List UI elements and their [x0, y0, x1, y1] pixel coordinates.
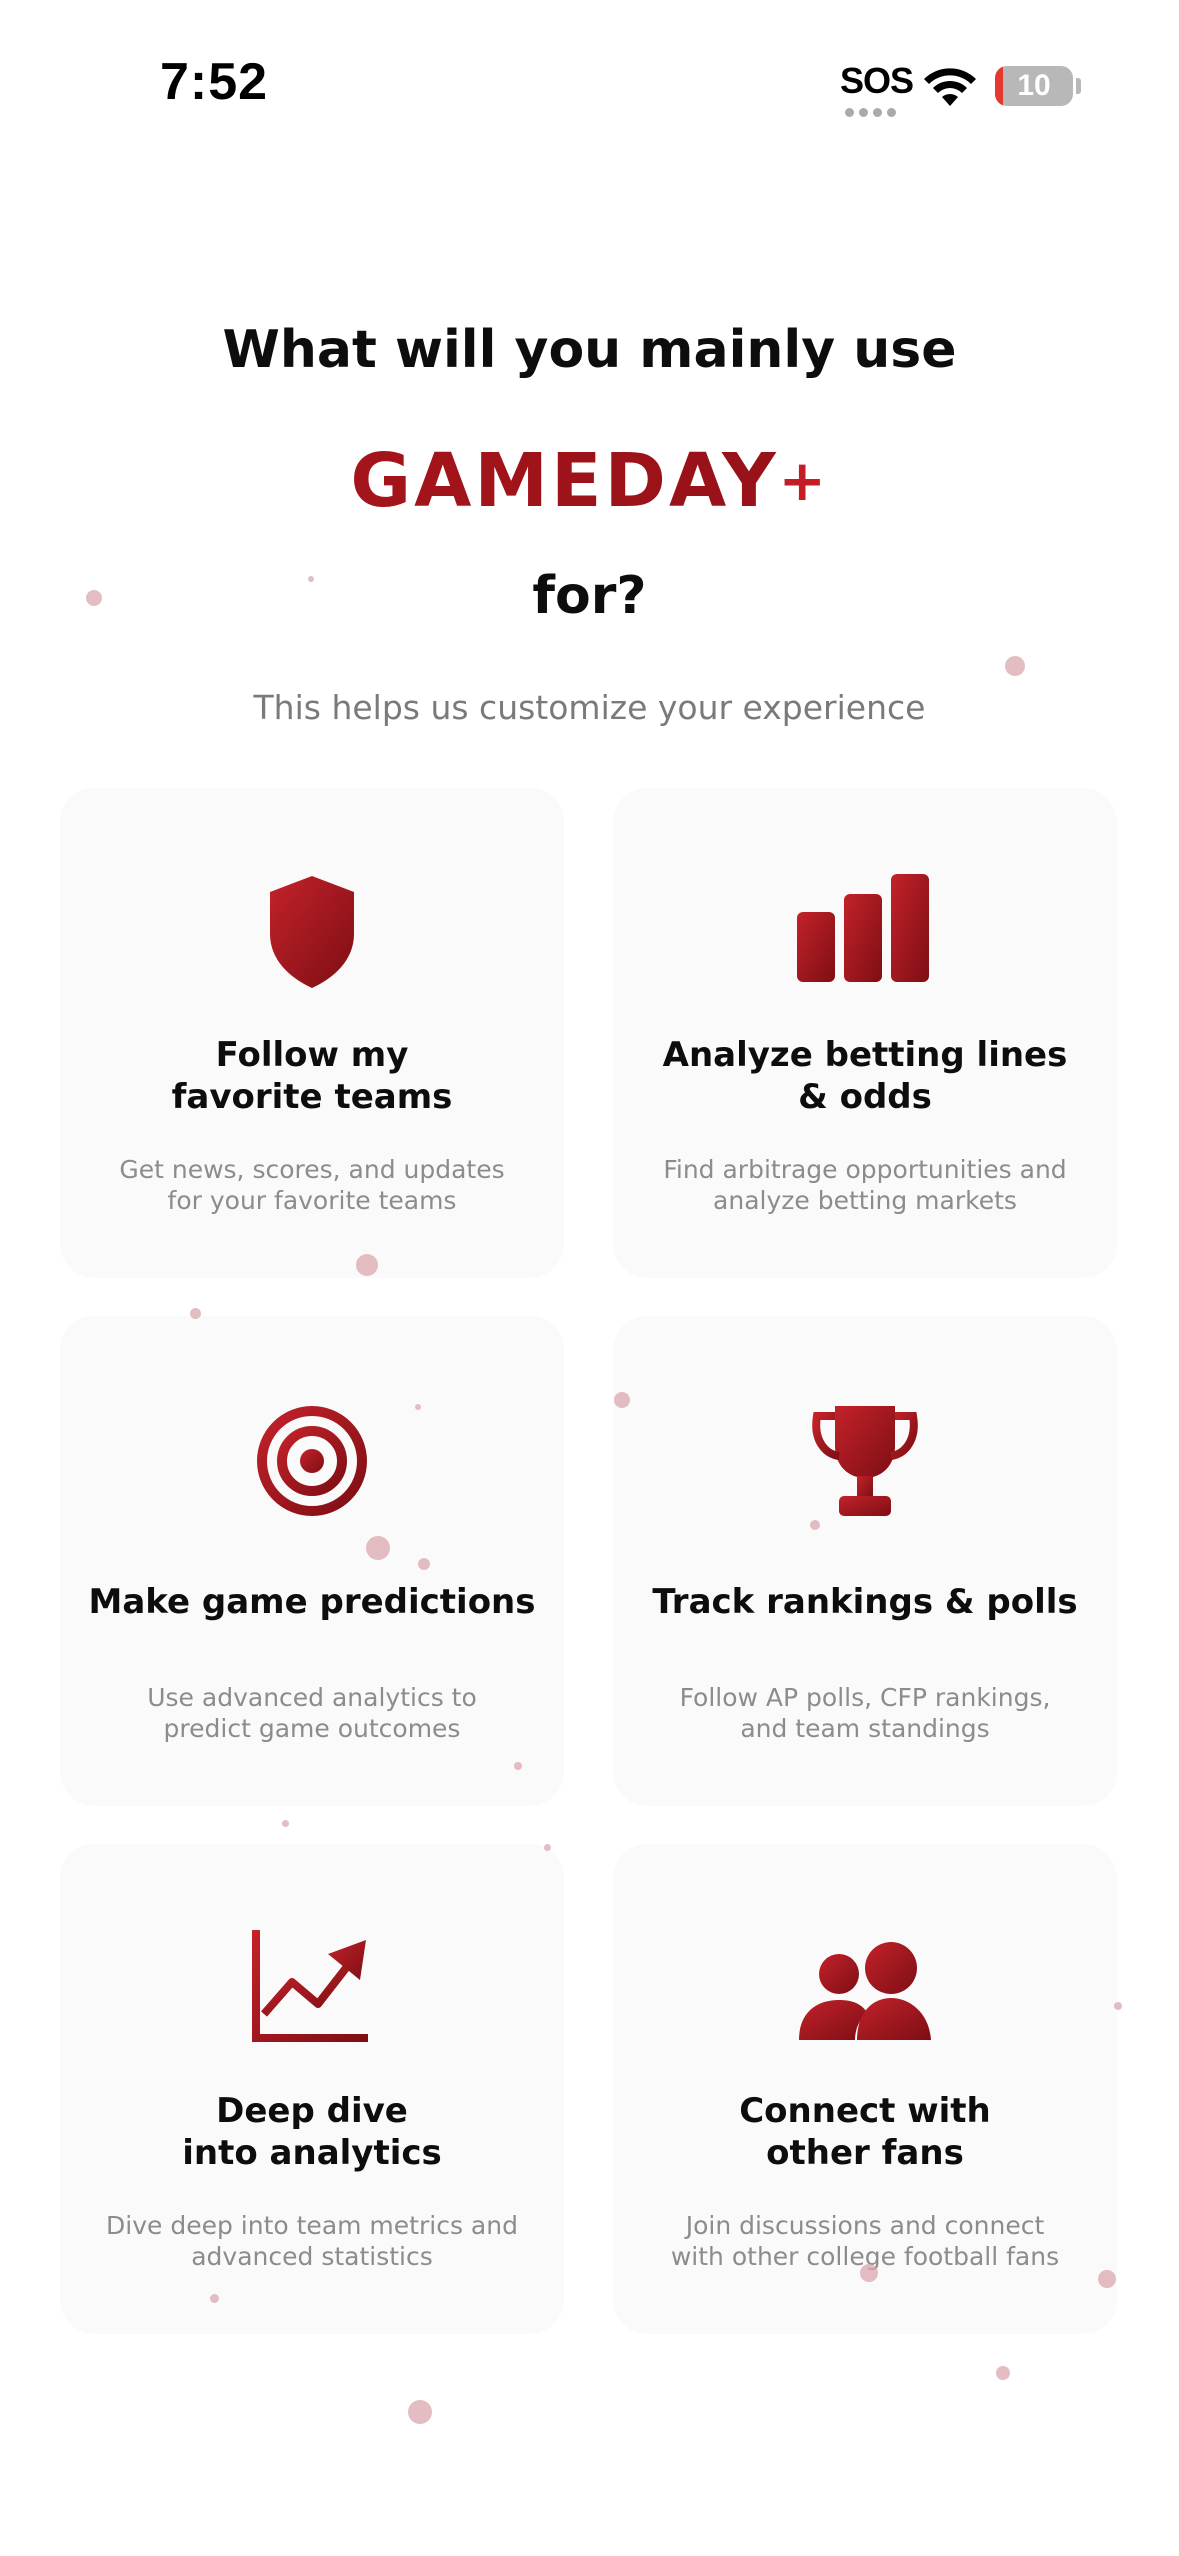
battery-tip [1076, 78, 1081, 94]
brand-plus: + [778, 449, 829, 514]
particle [1005, 656, 1025, 676]
page-title-line1: What will you mainly use [222, 320, 957, 380]
option-title: Make game predictions [88, 1582, 536, 1622]
sos-indicator: SOS [840, 60, 914, 101]
particle [810, 1520, 820, 1530]
particle [282, 1820, 289, 1827]
users-icon [799, 1942, 931, 2040]
option-rankings-polls[interactable]: Track rankings & polls Follow AP polls, … [613, 1316, 1117, 1806]
particle [415, 1404, 421, 1410]
signal-dots [845, 102, 905, 117]
page-title-line2: for? [532, 566, 647, 626]
option-analytics[interactable]: Deep dive into analytics Dive deep into t… [60, 1844, 564, 2334]
shield-icon [270, 876, 354, 988]
particle [860, 2264, 878, 2282]
option-betting-lines[interactable]: Analyze betting lines & odds Find arbitra… [613, 788, 1117, 1278]
option-description: Join discussions and connect with other c… [670, 2211, 1060, 2271]
particle [514, 1762, 522, 1770]
particle [996, 2366, 1010, 2380]
particle [190, 1308, 201, 1319]
page-subtitle: This helps us customize your experience [253, 688, 926, 727]
option-title: Deep dive into analytics [182, 2091, 442, 2173]
option-connect-fans[interactable]: Connect with other fans Join discussions … [613, 1844, 1117, 2334]
option-follow-teams[interactable]: Follow my favorite teams Get news, scores… [60, 788, 564, 1278]
particle [614, 1392, 630, 1408]
particle [408, 2400, 432, 2424]
particle [210, 2294, 219, 2303]
brand-name: GAMEDAY [350, 438, 779, 524]
trending-up-icon [252, 1930, 368, 2042]
bar-chart-icon [797, 874, 929, 982]
option-game-predictions[interactable]: Make game predictions Use advanced analy… [60, 1316, 564, 1806]
option-title: Track rankings & polls [652, 1582, 1078, 1622]
option-description: Get news, scores, and updates for your fa… [119, 1155, 505, 1215]
battery-icon: 10 [995, 66, 1073, 106]
particle [86, 590, 102, 606]
particle [418, 1558, 430, 1570]
option-description: Dive deep into team metrics and advanced … [106, 2211, 518, 2271]
wifi-icon [924, 68, 976, 106]
target-icon [257, 1406, 367, 1516]
brand-logo: GAMEDAY+ [0, 438, 1179, 524]
particle [308, 576, 314, 582]
particle [356, 1254, 378, 1276]
particle [544, 1844, 551, 1851]
option-description: Use advanced analytics to predict game ou… [147, 1683, 477, 1743]
option-title: Connect with other fans [739, 2091, 991, 2173]
status-bar: 7:52 SOS 10 [0, 0, 1179, 170]
particle [366, 1536, 390, 1560]
option-title: Analyze betting lines & odds [662, 1035, 1068, 1117]
option-description: Follow AP polls, CFP rankings, and team s… [679, 1683, 1051, 1743]
particle [1098, 2270, 1116, 2288]
status-time: 7:52 [160, 53, 269, 111]
battery-level: 10 [1017, 69, 1051, 102]
particle [1114, 2002, 1122, 2010]
trophy-icon [812, 1406, 918, 1516]
option-title: Follow my favorite teams [171, 1035, 453, 1117]
option-description: Find arbitrage opportunities and analyze … [663, 1155, 1067, 1215]
